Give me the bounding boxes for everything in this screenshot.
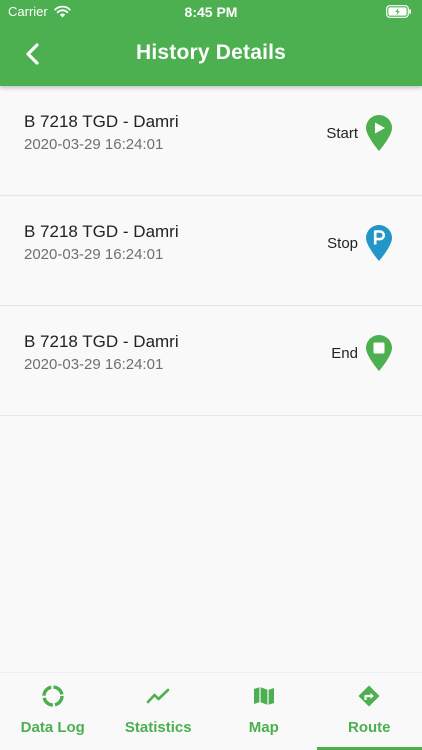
history-item[interactable]: B 7218 TGD - Damri 2020-03-29 16:24:01 S… xyxy=(0,196,422,306)
history-item[interactable]: B 7218 TGD - Damri 2020-03-29 16:24:01 E… xyxy=(0,306,422,416)
nav-label: Statistics xyxy=(124,719,192,736)
nav-label: Data Log xyxy=(20,719,85,736)
status-group: Stop xyxy=(327,224,394,262)
status-group: End xyxy=(331,334,394,372)
status-group: Start xyxy=(326,114,394,152)
stop-pin-icon xyxy=(366,335,392,371)
status-bar: Carrier 8:45 PM xyxy=(0,0,422,24)
play-pin-icon xyxy=(366,115,392,151)
nav-data-log[interactable]: Data Log xyxy=(0,673,106,750)
nav-label: Map xyxy=(248,719,279,736)
header: Carrier 8:45 PM History Details xyxy=(0,0,422,86)
map-icon xyxy=(251,683,277,709)
bottom-nav: Data Log Statistics Map Route xyxy=(0,672,422,750)
vehicle-name: B 7218 TGD - Damri xyxy=(24,112,179,131)
screen: Carrier 8:45 PM History Details B 7218 T… xyxy=(0,0,422,750)
parking-pin-icon xyxy=(366,225,392,261)
timestamp: 2020-03-29 16:24:01 xyxy=(24,136,164,153)
status-label: End xyxy=(331,344,358,362)
route-icon xyxy=(356,683,382,709)
history-list: B 7218 TGD - Damri 2020-03-29 16:24:01 S… xyxy=(0,86,422,416)
status-label: Start xyxy=(326,124,358,142)
history-item[interactable]: B 7218 TGD - Damri 2020-03-29 16:24:01 S… xyxy=(0,86,422,196)
status-label: Stop xyxy=(327,234,358,252)
nav-label: Route xyxy=(348,719,391,736)
clock: 8:45 PM xyxy=(184,4,238,20)
nav-map[interactable]: Map xyxy=(211,673,317,750)
vehicle-name: B 7218 TGD - Damri xyxy=(24,222,179,241)
statistics-icon xyxy=(145,683,171,709)
page-title: History Details xyxy=(135,41,287,64)
app-bar: History Details xyxy=(0,24,422,86)
timestamp: 2020-03-29 16:24:01 xyxy=(24,356,164,373)
battery-charging-icon xyxy=(386,5,412,21)
nav-statistics[interactable]: Statistics xyxy=(106,673,212,750)
timestamp: 2020-03-29 16:24:01 xyxy=(24,246,164,263)
vehicle-name: B 7218 TGD - Damri xyxy=(24,332,179,351)
nav-route[interactable]: Route xyxy=(316,673,422,750)
data-log-icon xyxy=(40,683,66,709)
